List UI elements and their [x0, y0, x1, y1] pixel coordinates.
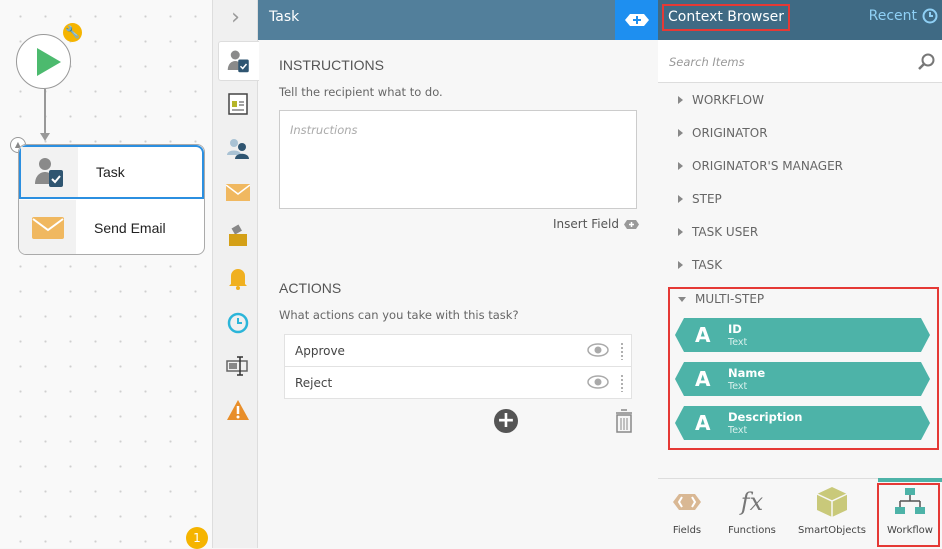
- search-icon[interactable]: [918, 53, 936, 71]
- fields-icon: [671, 479, 703, 525]
- recent-button[interactable]: Recent: [869, 8, 938, 24]
- node-label: TASK: [692, 258, 723, 272]
- cube-icon: [816, 479, 848, 525]
- start-node[interactable]: [16, 34, 71, 89]
- instructions-textarea[interactable]: Instructions: [279, 110, 637, 209]
- expand-arrow-icon: [678, 129, 683, 137]
- tree-node-workflow[interactable]: WORKFLOW: [678, 93, 764, 107]
- search-input[interactable]: Search Items: [658, 40, 942, 83]
- actions-heading: ACTIONS: [279, 280, 342, 296]
- text-type-icon: A: [695, 411, 711, 435]
- step-toolbar: ›: [213, 0, 259, 548]
- tree-node-originators-manager[interactable]: ORIGINATOR'S MANAGER: [678, 159, 843, 173]
- node-label: ORIGINATOR: [692, 126, 768, 140]
- tab-fields[interactable]: Fields: [658, 479, 716, 549]
- tree-node-step[interactable]: STEP: [678, 192, 722, 206]
- expand-arrow-icon: [678, 195, 683, 203]
- connector-line: [44, 89, 46, 134]
- collapse-arrow-icon: [678, 296, 686, 302]
- node-label: TASK USER: [692, 225, 759, 239]
- action-label: Reject: [295, 375, 333, 390]
- actions-subtitle: What actions can you take with this task…: [279, 308, 519, 322]
- field-chip-name[interactable]: A Name Text: [675, 362, 930, 396]
- form-icon[interactable]: [217, 84, 258, 124]
- drag-handle-icon[interactable]: [620, 342, 625, 360]
- node-label: MULTI-STEP: [695, 292, 765, 306]
- add-action-button[interactable]: +: [494, 409, 518, 433]
- node-label: WORKFLOW: [692, 93, 764, 107]
- instructions-subtitle: Tell the recipient what to do.: [279, 85, 443, 99]
- warning-icon[interactable]: [217, 390, 258, 430]
- field-name: Description: [728, 410, 803, 424]
- insert-field-link[interactable]: Insert Field: [553, 217, 639, 231]
- tab-functions[interactable]: fx Functions: [718, 479, 786, 549]
- node-label: ORIGINATOR'S MANAGER: [692, 159, 844, 173]
- chevron-right-icon[interactable]: ›: [213, 0, 258, 40]
- context-browser-header: Context Browser Recent: [658, 0, 942, 40]
- field-chip-description[interactable]: A Description Text: [675, 406, 930, 440]
- node-label: STEP: [692, 192, 722, 206]
- bell-icon[interactable]: [217, 258, 258, 298]
- tab-smartobjects[interactable]: SmartObjects: [792, 479, 872, 549]
- insert-field-icon: [623, 219, 639, 229]
- action-row[interactable]: Reject: [284, 366, 632, 399]
- play-icon: [37, 48, 61, 76]
- field-type: Text: [728, 337, 748, 348]
- insert-field-button[interactable]: [615, 0, 658, 40]
- clock-icon: [922, 8, 938, 24]
- field-type: Text: [728, 425, 748, 436]
- tab-label: SmartObjects: [797, 525, 867, 536]
- input-field-icon[interactable]: [217, 346, 258, 386]
- recent-label: Recent: [868, 8, 917, 24]
- highlight-box: [877, 483, 940, 547]
- expand-arrow-icon: [678, 228, 683, 236]
- tree-node-task[interactable]: TASK: [678, 258, 722, 272]
- tab-label: Fields: [672, 525, 702, 536]
- field-name: Name: [728, 366, 766, 380]
- field-type: Text: [728, 381, 748, 392]
- action-label: Approve: [295, 343, 345, 358]
- tree-node-task-user[interactable]: TASK USER: [678, 225, 758, 239]
- instructions-heading: INSTRUCTIONS: [279, 57, 384, 73]
- step-task[interactable]: Task: [19, 145, 204, 199]
- field-name: ID: [728, 322, 742, 336]
- drag-handle-icon[interactable]: [620, 374, 625, 392]
- expand-arrow-icon: [678, 96, 683, 104]
- step-label: Task: [96, 164, 125, 180]
- expand-arrow-icon: [678, 162, 683, 170]
- task-user-icon: [21, 147, 78, 197]
- panel-title: Task: [269, 9, 300, 25]
- insert-field-label: Insert Field: [553, 217, 619, 231]
- text-type-icon: A: [695, 323, 711, 347]
- task-panel-header: Task: [258, 0, 658, 40]
- task-tab-icon[interactable]: [218, 41, 259, 81]
- eye-icon[interactable]: [587, 343, 609, 357]
- step-send-email[interactable]: Send Email: [19, 200, 204, 254]
- wrench-icon[interactable]: 🔧: [63, 23, 82, 42]
- action-row[interactable]: Approve: [284, 334, 632, 367]
- fx-icon: fx: [740, 488, 764, 516]
- envelope-icon: [19, 200, 76, 254]
- search-placeholder: Search Items: [669, 55, 745, 69]
- ballot-box-icon[interactable]: [217, 216, 258, 256]
- users-icon[interactable]: [217, 128, 258, 168]
- envelope-icon[interactable]: [217, 172, 258, 212]
- timer-icon[interactable]: [217, 302, 258, 342]
- tab-label: Functions: [728, 525, 776, 536]
- expand-arrow-icon: [678, 261, 683, 269]
- connector-arrow: [40, 133, 50, 141]
- notification-badge[interactable]: 1: [186, 527, 208, 549]
- tree-node-originator[interactable]: ORIGINATOR: [678, 126, 768, 140]
- step-label: Send Email: [94, 219, 166, 236]
- text-type-icon: A: [695, 367, 711, 391]
- trash-icon[interactable]: [614, 408, 634, 434]
- context-browser-title: Context Browser: [662, 4, 790, 31]
- eye-icon[interactable]: [587, 375, 609, 389]
- step-group: Task Send Email: [18, 144, 205, 255]
- active-tab-indicator: [878, 478, 942, 482]
- field-chip-id[interactable]: A ID Text: [675, 318, 930, 352]
- tree-node-multi-step[interactable]: MULTI-STEP: [678, 292, 764, 306]
